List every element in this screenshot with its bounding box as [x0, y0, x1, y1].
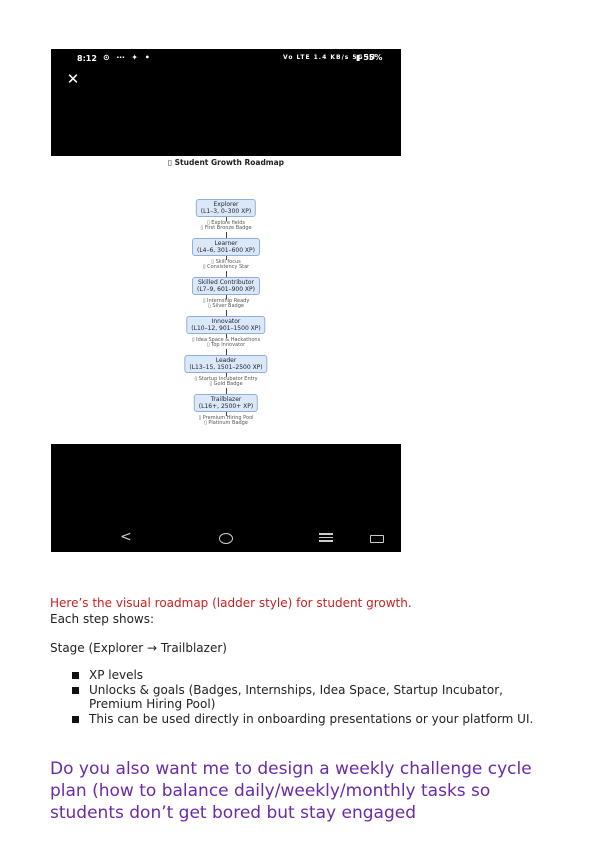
- stage-unlock: ▯ First Bronze Badge: [200, 225, 252, 231]
- stage-line: Stage (Explorer → Trailblazer): [50, 641, 227, 655]
- stage-range: (L4–6, 301–600 XP): [196, 247, 256, 254]
- stage-range: (L10–12, 901–1500 XP): [191, 325, 261, 332]
- list-item: XP levels: [70, 668, 550, 683]
- stage-range: (L16+, 2500+ XP): [198, 403, 254, 410]
- roadmap-stage: Leader (L13–15, 1501–2500 XP): [184, 355, 268, 373]
- stage-name: Explorer: [213, 201, 239, 208]
- roadmap-stage: Skilled Contributor (L7–9, 601–900 XP): [191, 277, 261, 295]
- intro-text: Here’s the visual roadmap (ladder style)…: [50, 596, 412, 610]
- roadmap-stage: Innovator (L10–12, 901–1500 XP): [186, 316, 266, 334]
- bullet-square-icon: [72, 672, 79, 679]
- stage-name: Skilled Contributor: [198, 279, 254, 286]
- stage-unlock: ▯ Consistency Star: [202, 264, 250, 270]
- roadmap-title: ▯ Student Growth Roadmap: [167, 158, 285, 167]
- stage-name: Trailblazer: [210, 396, 242, 403]
- follow-up-question: Do you also want me to design a weekly c…: [50, 759, 532, 823]
- stage-range: (L13–15, 1501–2500 XP): [189, 364, 263, 371]
- phone-screenshot: 8:12 ⊙ ⋯ ✦ • Vo LTE 1.4 KB/s 5G ıll ▮ 55…: [51, 49, 401, 552]
- stage-unlock: ▯ Platinum Badge: [204, 420, 248, 426]
- stage-unlock: ▯ Silver Badge: [208, 303, 244, 309]
- notification-icons: ⊙ ⋯ ✦ •: [103, 53, 152, 62]
- list-item: This can be used directly in onboarding …: [70, 712, 550, 727]
- bullet-text: Unlocks & goals (Badges, Internships, Id…: [89, 682, 503, 712]
- roadmap-stage: Trailblazer (L16+, 2500+ XP): [193, 394, 259, 412]
- list-item: Unlocks & goals (Badges, Internships, Id…: [70, 683, 550, 712]
- bullet-text: This can be used directly in onboarding …: [89, 711, 534, 726]
- roadmap-stage: Explorer (L1–3, 0–300 XP): [195, 199, 257, 217]
- stage-name: Leader: [215, 357, 237, 364]
- bullet-list: XP levels Unlocks & goals (Badges, Inter…: [70, 668, 550, 726]
- each-step-text: Each step shows:: [50, 612, 155, 626]
- roadmap-stage: Learner (L4–6, 301–600 XP): [191, 238, 261, 256]
- stage-unlock: ▯ Top Innovator: [206, 342, 246, 348]
- close-icon[interactable]: ✕: [65, 71, 81, 87]
- roadmap-image: ▯ Student Growth Roadmap Explorer (L1–3, …: [51, 156, 401, 444]
- home-icon[interactable]: [219, 533, 233, 544]
- status-time: 8:12: [77, 54, 97, 63]
- back-icon[interactable]: <: [120, 529, 132, 545]
- battery-indicator: ▮ 55%: [356, 53, 383, 62]
- status-bar: 8:12 ⊙ ⋯ ✦ • Vo LTE 1.4 KB/s 5G ıll ▮ 55…: [51, 49, 401, 69]
- recents-icon[interactable]: [319, 533, 333, 544]
- stage-unlock: ▯ Gold Badge: [209, 381, 243, 387]
- rotate-icon[interactable]: [370, 535, 384, 543]
- android-nav-bar: <: [51, 527, 401, 549]
- stage-range: (L7–9, 601–900 XP): [196, 286, 256, 293]
- stage-name: Learner: [214, 240, 238, 247]
- bullet-square-icon: [72, 715, 79, 723]
- bullet-text: XP levels: [89, 668, 144, 682]
- bullet-square-icon: [72, 686, 79, 694]
- stage-name: Innovator: [211, 318, 241, 325]
- stage-range: (L1–3, 0–300 XP): [200, 208, 252, 215]
